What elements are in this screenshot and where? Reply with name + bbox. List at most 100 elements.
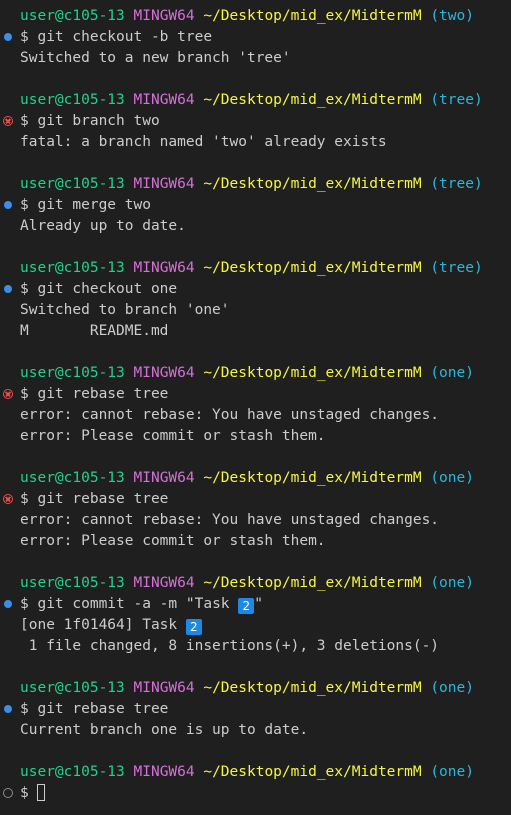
prompt-system: MINGW64 xyxy=(133,470,195,486)
prompt-user: user@c105-13 xyxy=(20,764,125,780)
prompt-user: user@c105-13 xyxy=(20,470,125,486)
command-error-icon[interactable] xyxy=(3,116,13,126)
output-line: Switched to a new branch 'tree' xyxy=(20,50,291,66)
output-line: 1 file changed, 8 insertions(+), 3 delet… xyxy=(20,638,440,654)
prompt-line: user@c105-13 MINGW64 ~/Desktop/mid_ex/Mi… xyxy=(0,573,511,594)
command-text: git rebase tree xyxy=(37,386,169,402)
command-line[interactable]: $ git rebase tree xyxy=(0,384,511,405)
command-text: git rebase tree xyxy=(37,491,169,507)
prompt-user: user@c105-13 xyxy=(20,365,125,381)
command-text: git rebase tree xyxy=(37,701,169,717)
command-text-suffix: " xyxy=(254,596,263,612)
command-line[interactable]: $ git checkout -b tree xyxy=(0,27,511,48)
command-text: git checkout -b tree xyxy=(37,29,213,45)
output-line: Already up to date. xyxy=(20,218,186,234)
prompt-branch: (tree) xyxy=(430,176,483,192)
command-text: git commit -a -m "Task xyxy=(37,596,239,612)
prompt-dollar: $ xyxy=(20,785,38,801)
prompt-user: user@c105-13 xyxy=(20,575,125,591)
command-error-icon[interactable] xyxy=(3,494,13,504)
keycap-emoji: 2 xyxy=(238,598,255,614)
prompt-path: ~/Desktop/mid_ex/MidtermM xyxy=(203,680,422,696)
command-line[interactable]: $ git commit -a -m "Task 2 " xyxy=(0,594,511,615)
prompt-user: user@c105-13 xyxy=(20,260,125,276)
output-line: Switched to branch 'one' xyxy=(20,302,230,318)
prompt-path: ~/Desktop/mid_ex/MidtermM xyxy=(203,470,422,486)
command-line[interactable]: $ git rebase tree xyxy=(0,699,511,720)
prompt-path: ~/Desktop/mid_ex/MidtermM xyxy=(203,764,422,780)
prompt-system: MINGW64 xyxy=(133,176,195,192)
prompt-path: ~/Desktop/mid_ex/MidtermM xyxy=(203,260,422,276)
prompt-system: MINGW64 xyxy=(133,8,195,24)
command-line[interactable]: $ xyxy=(0,783,511,804)
command-success-icon[interactable] xyxy=(4,285,12,293)
prompt-dollar: $ xyxy=(20,701,38,717)
prompt-branch: (one) xyxy=(430,365,474,381)
prompt-dollar: $ xyxy=(20,491,38,507)
command-line[interactable]: $ git merge two xyxy=(0,195,511,216)
terminal[interactable]: user@c105-13 MINGW64 ~/Desktop/mid_ex/Mi… xyxy=(0,0,511,804)
output-line: [one 1f01464] Task 2 xyxy=(0,615,511,636)
prompt-branch: (one) xyxy=(430,575,474,591)
prompt-dollar: $ xyxy=(20,113,38,129)
prompt-system: MINGW64 xyxy=(133,260,195,276)
prompt-user: user@c105-13 xyxy=(20,92,125,108)
command-text: git merge two xyxy=(37,197,151,213)
command-text: git branch two xyxy=(37,113,160,129)
prompt-branch: (tree) xyxy=(430,260,483,276)
command-line[interactable]: $ git checkout one xyxy=(0,279,511,300)
prompt-branch: (one) xyxy=(430,470,474,486)
command-error-icon[interactable] xyxy=(3,389,13,399)
command-success-icon[interactable] xyxy=(4,201,12,209)
command-pending-icon[interactable] xyxy=(3,788,13,798)
prompt-system: MINGW64 xyxy=(133,680,195,696)
prompt-user: user@c105-13 xyxy=(20,8,125,24)
text-cursor[interactable] xyxy=(37,784,46,801)
prompt-dollar: $ xyxy=(20,281,38,297)
prompt-system: MINGW64 xyxy=(133,92,195,108)
command-success-icon[interactable] xyxy=(4,600,12,608)
prompt-branch: (one) xyxy=(430,680,474,696)
prompt-path: ~/Desktop/mid_ex/MidtermM xyxy=(203,8,422,24)
command-success-icon[interactable] xyxy=(4,33,12,41)
prompt-line: user@c105-13 MINGW64 ~/Desktop/mid_ex/Mi… xyxy=(0,174,511,195)
prompt-line: user@c105-13 MINGW64 ~/Desktop/mid_ex/Mi… xyxy=(0,258,511,279)
command-line[interactable]: $ git rebase tree xyxy=(0,489,511,510)
prompt-system: MINGW64 xyxy=(133,764,195,780)
output-line: error: Please commit or stash them. xyxy=(20,533,326,549)
output-line: Current branch one is up to date. xyxy=(20,722,309,738)
command-text: git checkout one xyxy=(37,281,178,297)
prompt-line: user@c105-13 MINGW64 ~/Desktop/mid_ex/Mi… xyxy=(0,90,511,111)
command-line[interactable]: $ git branch two xyxy=(0,111,511,132)
prompt-line: user@c105-13 MINGW64 ~/Desktop/mid_ex/Mi… xyxy=(0,678,511,699)
prompt-path: ~/Desktop/mid_ex/MidtermM xyxy=(203,92,422,108)
output-line: error: cannot rebase: You have unstaged … xyxy=(20,512,440,528)
prompt-dollar: $ xyxy=(20,197,38,213)
prompt-line: user@c105-13 MINGW64 ~/Desktop/mid_ex/Mi… xyxy=(0,6,511,27)
output-line: error: cannot rebase: You have unstaged … xyxy=(20,407,440,423)
keycap-emoji: 2 xyxy=(185,619,202,635)
prompt-path: ~/Desktop/mid_ex/MidtermM xyxy=(203,575,422,591)
prompt-user: user@c105-13 xyxy=(20,680,125,696)
prompt-system: MINGW64 xyxy=(133,365,195,381)
output-line: fatal: a branch named 'two' already exis… xyxy=(20,134,387,150)
prompt-branch: (one) xyxy=(430,764,474,780)
prompt-line: user@c105-13 MINGW64 ~/Desktop/mid_ex/Mi… xyxy=(0,468,511,489)
prompt-system: MINGW64 xyxy=(133,575,195,591)
prompt-dollar: $ xyxy=(20,386,38,402)
prompt-branch: (tree) xyxy=(430,92,483,108)
prompt-line: user@c105-13 MINGW64 ~/Desktop/mid_ex/Mi… xyxy=(0,762,511,783)
command-success-icon[interactable] xyxy=(4,705,12,713)
prompt-dollar: $ xyxy=(20,29,38,45)
prompt-user: user@c105-13 xyxy=(20,176,125,192)
output-line: error: Please commit or stash them. xyxy=(20,428,326,444)
output-line: M README.md xyxy=(20,323,169,339)
prompt-branch: (two) xyxy=(430,8,474,24)
